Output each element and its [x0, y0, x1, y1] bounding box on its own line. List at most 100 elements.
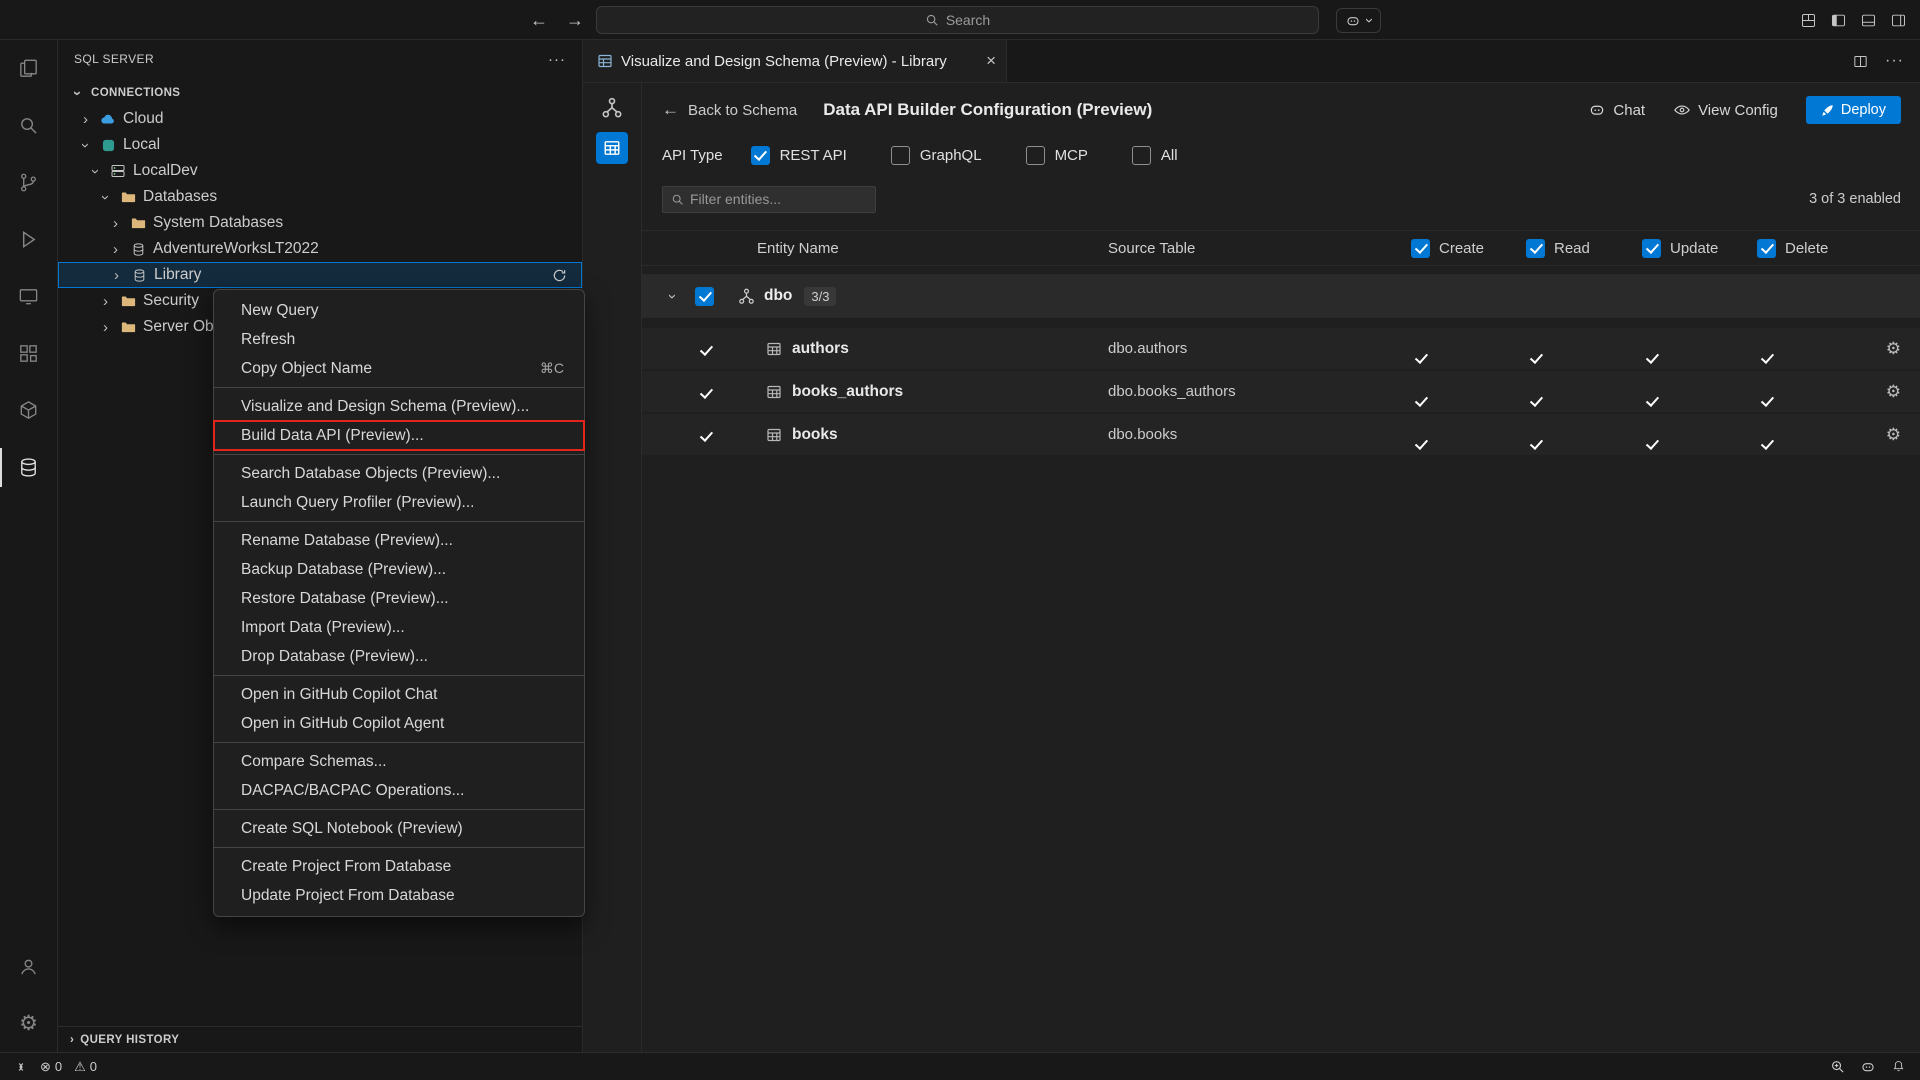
- filter-entities-field[interactable]: [662, 186, 876, 213]
- account-icon[interactable]: [0, 938, 58, 995]
- menu-item-copy-object-name[interactable]: Copy Object Name⌘C: [214, 354, 584, 383]
- update-all-checkbox[interactable]: [1642, 239, 1661, 258]
- run-debug-icon[interactable]: [0, 211, 58, 268]
- sql-server-view-icon[interactable]: [0, 439, 58, 496]
- menu-item-new-query[interactable]: New Query: [214, 296, 584, 325]
- source-table: dbo.books: [1108, 426, 1411, 443]
- api-option-mcp[interactable]: MCP: [1026, 146, 1088, 165]
- schema-diagram-icon[interactable]: [601, 97, 623, 119]
- view-config-button[interactable]: View Config: [1673, 101, 1778, 119]
- copilot-menu-button[interactable]: ›: [1336, 8, 1381, 33]
- tree-section-connections[interactable]: › CONNECTIONS: [58, 80, 582, 106]
- toggle-secondary-sidebar-icon[interactable]: [1890, 12, 1907, 29]
- tree-item-local[interactable]: › Local: [58, 132, 582, 158]
- chevron-right-icon: ›: [108, 215, 123, 232]
- row-settings-gear-icon[interactable]: ⚙: [1865, 425, 1920, 445]
- activity-bar: ⚙: [0, 40, 58, 1052]
- schema-group-row-dbo[interactable]: › dbo 3/3: [642, 274, 1920, 318]
- api-option-rest[interactable]: REST API: [751, 146, 847, 165]
- api-option-graphql[interactable]: GraphQL: [891, 146, 982, 165]
- chat-button[interactable]: Chat: [1588, 101, 1645, 119]
- mcp-checkbox[interactable]: [1026, 146, 1045, 165]
- menu-item-restore-database[interactable]: Restore Database (Preview)...: [214, 584, 584, 613]
- menu-item-open-copilot-chat[interactable]: Open in GitHub Copilot Chat: [214, 680, 584, 709]
- explorer-icon[interactable]: [0, 40, 58, 97]
- tree-item-adventureworks[interactable]: › AdventureWorksLT2022: [58, 236, 582, 262]
- read-all-checkbox[interactable]: [1526, 239, 1545, 258]
- query-history-section[interactable]: › QUERY HISTORY: [58, 1026, 582, 1052]
- graphql-checkbox[interactable]: [891, 146, 910, 165]
- forward-arrow-icon[interactable]: →: [566, 10, 584, 31]
- more-actions-icon[interactable]: ···: [548, 51, 566, 68]
- toggle-panel-icon[interactable]: [1860, 12, 1877, 29]
- menu-item-visualize-design-schema[interactable]: Visualize and Design Schema (Preview)...: [214, 392, 584, 421]
- api-option-all[interactable]: All: [1132, 146, 1178, 165]
- delete-all-checkbox[interactable]: [1757, 239, 1776, 258]
- settings-gear-icon[interactable]: ⚙: [0, 995, 58, 1052]
- tab-visualize-design-schema[interactable]: Visualize and Design Schema (Preview) - …: [583, 40, 1007, 82]
- chevron-down-icon[interactable]: ›: [664, 289, 681, 304]
- column-source-table: Source Table: [1108, 240, 1411, 257]
- database-projects-icon[interactable]: [0, 382, 58, 439]
- tree-item-localdev[interactable]: › LocalDev: [58, 158, 582, 184]
- customize-layout-icon[interactable]: [1800, 12, 1817, 29]
- menu-item-create-project-from-database[interactable]: Create Project From Database: [214, 852, 584, 881]
- refresh-icon[interactable]: [552, 268, 567, 283]
- remote-indicator-icon[interactable]: [14, 1060, 28, 1074]
- menu-item-open-copilot-agent[interactable]: Open in GitHub Copilot Agent: [214, 709, 584, 738]
- extensions-icon[interactable]: [0, 325, 58, 382]
- close-icon[interactable]: ×: [986, 51, 996, 71]
- menu-item-dacpac-bacpac[interactable]: DACPAC/BACPAC Operations...: [214, 776, 584, 805]
- entity-row-books-authors[interactable]: books_authors dbo.books_authors ⚙: [642, 371, 1920, 412]
- row-settings-gear-icon[interactable]: ⚙: [1865, 382, 1920, 402]
- create-all-checkbox[interactable]: [1411, 239, 1430, 258]
- menu-item-backup-database[interactable]: Backup Database (Preview)...: [214, 555, 584, 584]
- connections-label: CONNECTIONS: [91, 87, 180, 99]
- tree-item-system-databases[interactable]: › System Databases: [58, 210, 582, 236]
- tree-item-label: Databases: [143, 188, 217, 206]
- deploy-button[interactable]: Deploy: [1806, 96, 1901, 124]
- back-arrow-icon[interactable]: ←: [530, 10, 548, 31]
- menu-item-import-data[interactable]: Import Data (Preview)...: [214, 613, 584, 642]
- context-menu: New Query Refresh Copy Object Name⌘C Vis…: [213, 289, 585, 917]
- command-center-search[interactable]: Search: [596, 6, 1319, 34]
- tree-item-databases[interactable]: › Databases: [58, 184, 582, 210]
- chevron-down-icon: ›: [97, 190, 114, 205]
- menu-item-drop-database[interactable]: Drop Database (Preview)...: [214, 642, 584, 671]
- copilot-icon[interactable]: [1860, 1059, 1876, 1075]
- source-control-icon[interactable]: [0, 154, 58, 211]
- data-api-builder-icon[interactable]: [596, 132, 628, 164]
- server-icon: [109, 162, 127, 180]
- tree-item-cloud[interactable]: › Cloud: [58, 106, 582, 132]
- menu-item-launch-query-profiler[interactable]: Launch Query Profiler (Preview)...: [214, 488, 584, 517]
- rest-api-checkbox[interactable]: [751, 146, 770, 165]
- group-checkbox[interactable]: [695, 287, 714, 306]
- menu-item-refresh[interactable]: Refresh: [214, 325, 584, 354]
- back-to-schema-button[interactable]: ← Back to Schema: [662, 100, 797, 120]
- entity-row-books[interactable]: books dbo.books ⚙: [642, 414, 1920, 455]
- menu-item-create-sql-notebook[interactable]: Create SQL Notebook (Preview): [214, 814, 584, 843]
- filter-entities-input[interactable]: [690, 191, 867, 207]
- remote-explorer-icon[interactable]: [0, 268, 58, 325]
- toggle-sidebar-icon[interactable]: [1830, 12, 1847, 29]
- api-type-row: API Type REST API GraphQL MCP All: [642, 137, 1920, 173]
- problems-indicator[interactable]: ⊗ 0 ⚠ 0: [40, 1059, 97, 1075]
- mcp-label: MCP: [1055, 147, 1088, 164]
- row-settings-gear-icon[interactable]: ⚙: [1865, 339, 1920, 359]
- menu-item-rename-database[interactable]: Rename Database (Preview)...: [214, 526, 584, 555]
- chevron-right-icon: ›: [108, 241, 123, 258]
- menu-item-compare-schemas[interactable]: Compare Schemas...: [214, 747, 584, 776]
- all-checkbox[interactable]: [1132, 146, 1151, 165]
- zoom-icon[interactable]: [1830, 1059, 1845, 1074]
- entity-name: authors: [792, 340, 849, 358]
- tree-item-library[interactable]: › Library: [58, 262, 582, 288]
- bell-icon[interactable]: [1891, 1059, 1906, 1074]
- menu-item-search-database-objects[interactable]: Search Database Objects (Preview)...: [214, 459, 584, 488]
- entity-row-authors[interactable]: authors dbo.authors ⚙: [642, 328, 1920, 369]
- title-bar: ← → Search ›: [0, 0, 1920, 40]
- split-editor-icon[interactable]: [1852, 53, 1869, 70]
- search-view-icon[interactable]: [0, 97, 58, 154]
- menu-item-build-data-api[interactable]: Build Data API (Preview)...: [214, 421, 584, 450]
- menu-item-update-project-from-database[interactable]: Update Project From Database: [214, 881, 584, 910]
- more-actions-icon[interactable]: ···: [1885, 52, 1904, 70]
